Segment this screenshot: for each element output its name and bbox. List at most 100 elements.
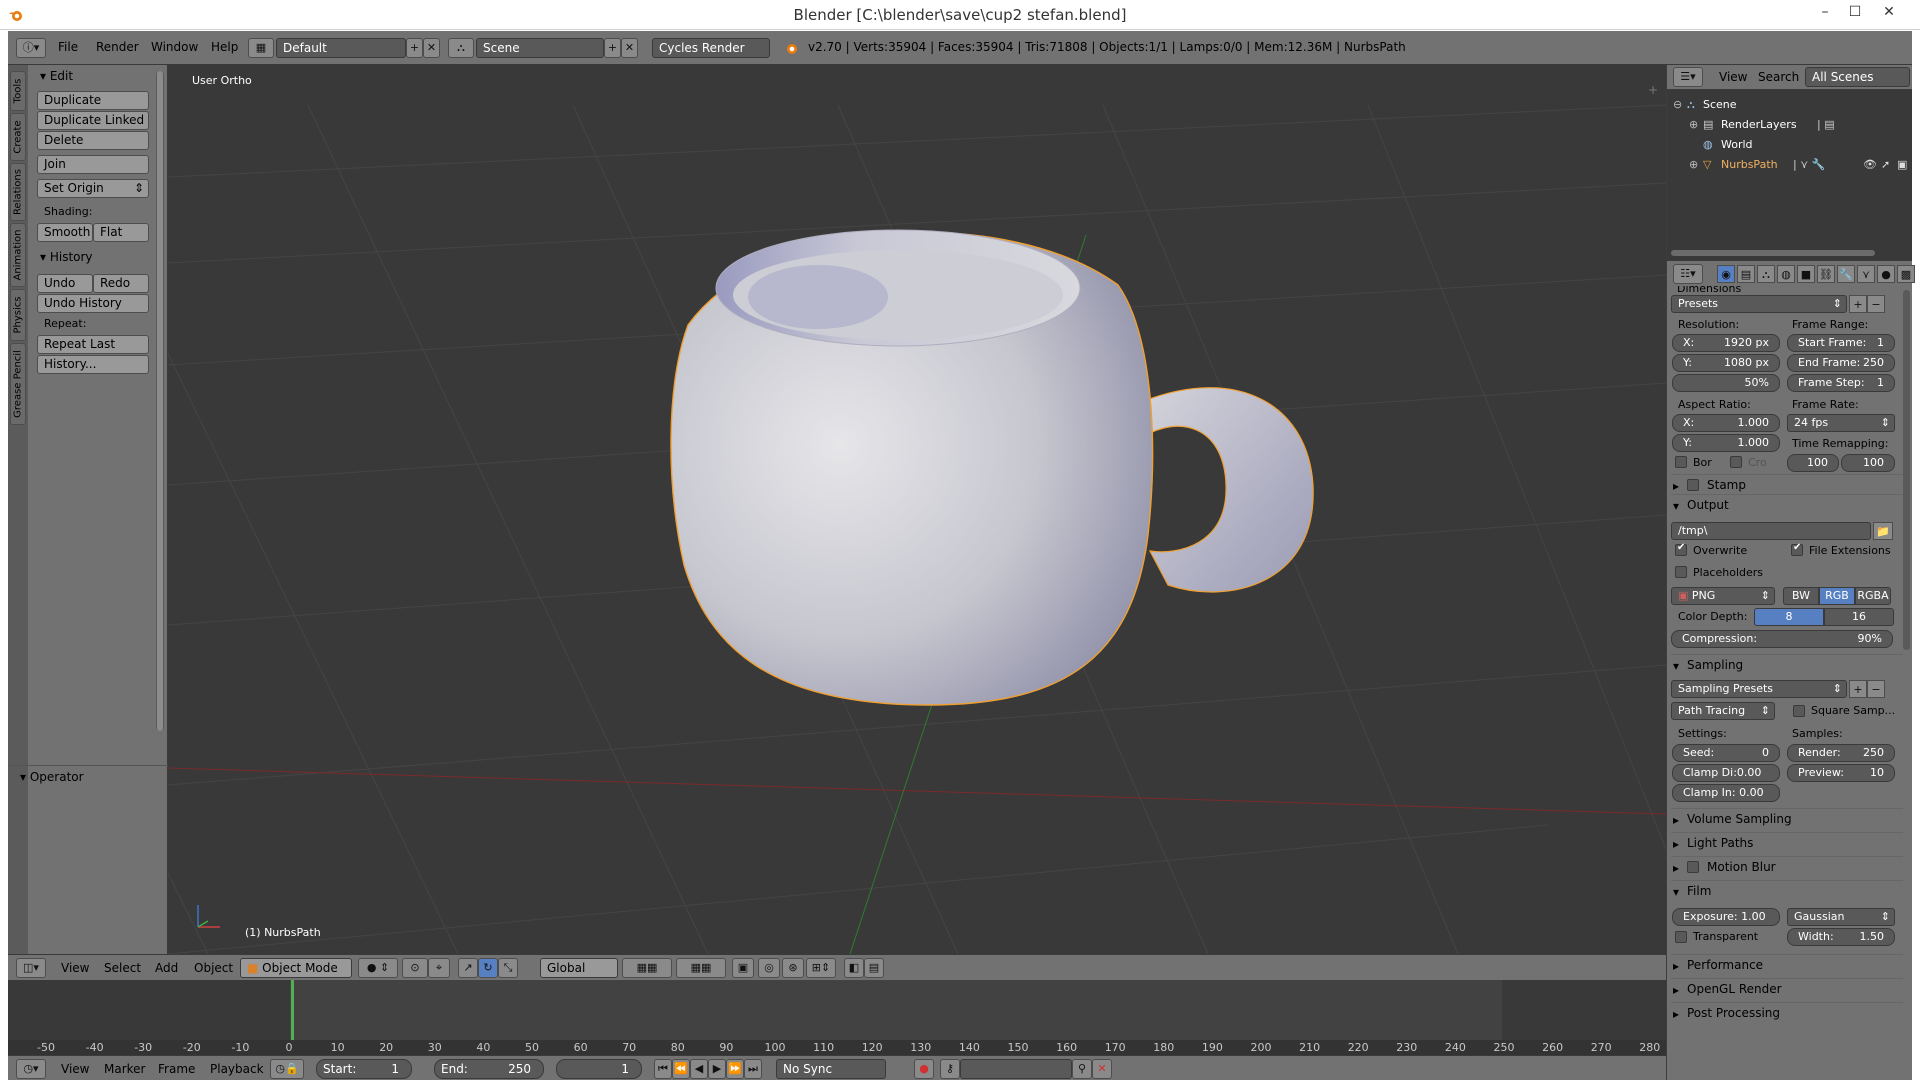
transparent-checkbox[interactable]	[1675, 931, 1687, 943]
tab-relations[interactable]: Relations	[10, 163, 26, 221]
outliner-scrollbar[interactable]	[1671, 250, 1875, 256]
keying-set-field[interactable]	[960, 1059, 1072, 1079]
remove-layout-icon[interactable]: ✕	[423, 38, 440, 58]
aspect-y-field[interactable]: Y: 1.000	[1672, 434, 1780, 452]
add-layout-icon[interactable]: +	[406, 38, 423, 58]
render-animation-icon[interactable]: ▤	[864, 958, 884, 978]
flat-button[interactable]: Flat	[93, 223, 149, 242]
frame-step-field[interactable]: Frame Step: 1	[1787, 374, 1895, 392]
play-icon[interactable]: ▶	[708, 1059, 726, 1079]
render-preview-icon[interactable]: ◧	[844, 958, 864, 978]
outliner-item-world[interactable]: ◍ World	[1667, 138, 1912, 158]
scale-icon[interactable]: ⤡	[498, 958, 518, 978]
layers-grid-2-icon[interactable]: ▦▦	[676, 958, 726, 978]
integrator-dropdown[interactable]: Path Tracing ⇕	[1671, 702, 1775, 720]
material-tab-icon[interactable]: ●	[1877, 265, 1895, 283]
opengl-render-section[interactable]: ▸ OpenGL Render	[1671, 978, 1903, 998]
color-rgba-button[interactable]: RGBA	[1855, 587, 1891, 605]
manipulator-toggle-icon[interactable]: ⌖	[428, 958, 450, 978]
duplicate-button[interactable]: Duplicate	[37, 91, 149, 110]
scene-tab-icon[interactable]: ⛬	[1757, 265, 1775, 283]
compression-slider[interactable]: Compression: 90%	[1671, 630, 1893, 648]
outliner-menu-view[interactable]: View	[1719, 70, 1747, 84]
outliner-menu-search[interactable]: Search	[1758, 70, 1799, 84]
delete-keyframe-icon[interactable]: ✕	[1092, 1059, 1112, 1079]
light-paths-section[interactable]: ▸ Light Paths	[1671, 832, 1903, 852]
constraints-tab-icon[interactable]: ⛓	[1817, 265, 1835, 283]
timeline-menu-view[interactable]: View	[61, 1062, 89, 1076]
layout-grid-icon[interactable]: ▦	[248, 38, 274, 58]
resolution-percentage-field[interactable]: 50%	[1672, 374, 1780, 392]
resolution-y-field[interactable]: Y: 1080 px	[1672, 354, 1780, 372]
exposure-field[interactable]: Exposure: 1.00	[1672, 908, 1780, 926]
current-frame-marker[interactable]	[291, 980, 294, 1040]
tab-tools[interactable]: Tools	[10, 71, 26, 111]
filter-type-dropdown[interactable]: Gaussian ⇕	[1787, 908, 1895, 926]
outliner-item-scene[interactable]: ⊖ ⛬ Scene	[1667, 98, 1912, 118]
sampling-presets-dropdown[interactable]: Sampling Presets ⇕	[1671, 680, 1847, 698]
selectability-cursor-icon[interactable]: ➚	[1881, 158, 1890, 171]
mode-dropdown[interactable]: ■ Object Mode	[240, 958, 352, 978]
modifiers-tab-icon[interactable]: 🔧	[1837, 265, 1855, 283]
clamp-direct-field[interactable]: Clamp Di:0.00	[1672, 764, 1780, 782]
time-remap-new-field[interactable]: 100	[1841, 454, 1895, 472]
file-extensions-checkbox[interactable]	[1791, 542, 1803, 556]
snap-element-icon[interactable]: ⊞⇕	[806, 958, 836, 978]
volume-sampling-section[interactable]: ▸ Volume Sampling	[1671, 808, 1903, 828]
menu-add[interactable]: Add	[155, 961, 178, 975]
remove-sampling-preset-icon[interactable]: −	[1867, 680, 1885, 698]
timeline-menu-frame[interactable]: Frame	[158, 1062, 195, 1076]
duplicate-linked-button[interactable]: Duplicate Linked	[37, 111, 149, 130]
next-keyframe-icon[interactable]: ⏩	[726, 1059, 744, 1079]
end-frame-field[interactable]: End: 250	[434, 1059, 544, 1079]
jump-start-icon[interactable]: ⏮	[654, 1059, 672, 1079]
resolution-x-field[interactable]: X: 1920 px	[1672, 334, 1780, 352]
tab-animation[interactable]: Animation	[10, 223, 26, 287]
operator-panel-header[interactable]: ▾ Operator	[20, 770, 84, 784]
dimensions-presets-dropdown[interactable]: Presets ⇕	[1671, 295, 1847, 313]
orientation-dropdown[interactable]: Global	[540, 958, 618, 978]
menu-file[interactable]: File	[58, 40, 78, 54]
viewport-shading-icon[interactable]: ● ⇕	[358, 958, 398, 978]
data-tab-icon[interactable]: ⋎	[1857, 265, 1875, 283]
tool-shelf-scrollbar[interactable]	[156, 71, 164, 731]
preview-range-icon[interactable]: ◷🔒	[270, 1059, 304, 1079]
minimize-button[interactable]: –	[1810, 0, 1840, 26]
add-sampling-preset-icon[interactable]: +	[1849, 680, 1867, 698]
snap-toggle-icon[interactable]: ⊛	[782, 958, 804, 978]
editor-type-info-icon[interactable]: ⓘ▾	[16, 38, 46, 58]
editor-type-properties-icon[interactable]: ☷▾	[1673, 264, 1703, 284]
border-checkbox[interactable]	[1675, 456, 1687, 468]
timeline-menu-marker[interactable]: Marker	[104, 1062, 145, 1076]
close-button[interactable]: ✕	[1874, 0, 1904, 26]
post-processing-section[interactable]: ▸ Post Processing	[1671, 1002, 1903, 1022]
texture-tab-icon[interactable]: ▩	[1897, 265, 1915, 283]
outliner-filter-dropdown[interactable]: All Scenes	[1805, 67, 1910, 87]
motion-blur-section[interactable]: ▸ Motion Blur	[1671, 856, 1903, 876]
editor-type-timeline-icon[interactable]: ◷▾	[16, 1059, 46, 1079]
3d-viewport[interactable]: User Ortho (1) NurbsPath +	[168, 65, 1666, 954]
outliner-item-nurbspath[interactable]: ⊕ ▽ NurbsPath | ⋎ 🔧 👁 ➚ ▣	[1667, 158, 1912, 178]
set-origin-dropdown[interactable]: Set Origin ⇕	[37, 179, 149, 198]
square-samples-checkbox[interactable]	[1793, 705, 1805, 717]
pivot-point-icon[interactable]: ⊙	[402, 958, 428, 978]
performance-section[interactable]: ▸ Performance	[1671, 954, 1903, 974]
editor-type-3d-icon[interactable]: ◫▾	[16, 958, 46, 978]
filter-width-field[interactable]: Width: 1.50	[1787, 928, 1895, 946]
current-frame-field[interactable]: 1	[556, 1059, 642, 1079]
play-reverse-icon[interactable]: ◀	[690, 1059, 708, 1079]
delete-button[interactable]: Delete	[37, 131, 149, 150]
placeholders-checkbox[interactable]	[1675, 566, 1687, 578]
layout-field[interactable]: Default	[276, 38, 406, 58]
end-frame-field[interactable]: End Frame: 250	[1787, 354, 1895, 372]
outliner-item-renderlayers[interactable]: ⊕ ▤ RenderLayers | ▤	[1667, 118, 1912, 138]
lock-camera-icon[interactable]: ▣	[732, 958, 754, 978]
tab-create[interactable]: Create	[10, 113, 26, 161]
jump-end-icon[interactable]: ⏭	[744, 1059, 762, 1079]
render-engine-dropdown[interactable]: Cycles Render	[652, 38, 770, 58]
record-icon[interactable]: ●	[914, 1059, 934, 1079]
redo-button[interactable]: Redo	[93, 274, 149, 293]
tab-grease-pencil[interactable]: Grease Pencil	[10, 343, 26, 425]
maximize-button[interactable]: ☐	[1840, 0, 1870, 26]
menu-view[interactable]: View	[61, 961, 89, 975]
